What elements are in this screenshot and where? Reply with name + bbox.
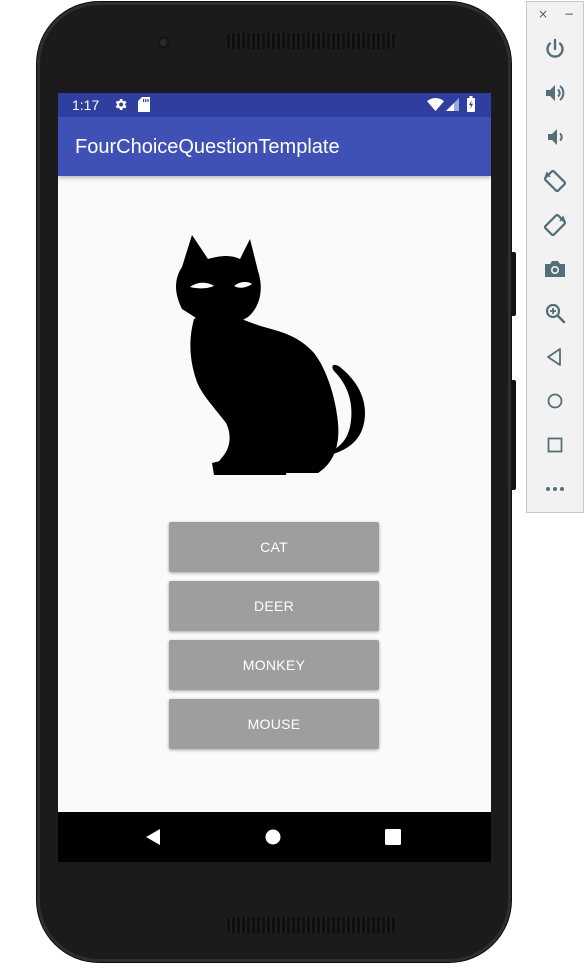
- device-screen: 1:17 FourChoiceQuestionTemplate CAT DEER…: [58, 93, 491, 862]
- volume-down-icon[interactable]: [543, 125, 567, 149]
- recents-icon[interactable]: [385, 829, 401, 845]
- volume-key: [511, 380, 516, 490]
- screenshot-icon[interactable]: [543, 257, 567, 281]
- zoom-icon[interactable]: [543, 301, 567, 325]
- status-time: 1:17: [72, 97, 100, 113]
- power-icon[interactable]: [543, 37, 567, 61]
- wifi-icon: [427, 98, 444, 111]
- close-icon[interactable]: ×: [538, 7, 548, 21]
- choice-button-monkey[interactable]: MONKEY: [169, 640, 379, 690]
- choice-button-cat[interactable]: CAT: [169, 522, 379, 572]
- back-icon[interactable]: [543, 345, 567, 369]
- choice-button-deer[interactable]: DEER: [169, 581, 379, 631]
- sd-card-icon: [138, 97, 150, 112]
- power-key: [511, 252, 516, 316]
- rotate-left-icon[interactable]: [543, 169, 567, 193]
- earpiece-speaker: [225, 33, 397, 49]
- back-icon[interactable]: [144, 828, 162, 846]
- more-icon[interactable]: [543, 477, 567, 501]
- cat-image: [176, 235, 365, 475]
- emulator-toolbar: × −: [526, 1, 584, 513]
- overview-icon[interactable]: [543, 433, 567, 457]
- bottom-speaker: [225, 917, 397, 933]
- minimize-icon[interactable]: −: [564, 7, 574, 21]
- app-bar: FourChoiceQuestionTemplate: [58, 117, 491, 176]
- rotate-right-icon[interactable]: [543, 213, 567, 237]
- home-icon[interactable]: [543, 389, 567, 413]
- front-camera: [157, 36, 170, 49]
- settings-icon: [115, 99, 127, 110]
- home-icon[interactable]: [265, 829, 281, 845]
- volume-up-icon[interactable]: [543, 81, 567, 105]
- navigation-bar: [58, 812, 491, 862]
- choice-button-mouse[interactable]: MOUSE: [169, 699, 379, 749]
- status-bar: 1:17: [58, 93, 491, 117]
- app-title: FourChoiceQuestionTemplate: [75, 136, 340, 158]
- cell-signal-icon: [446, 98, 459, 111]
- battery-icon: [467, 96, 475, 112]
